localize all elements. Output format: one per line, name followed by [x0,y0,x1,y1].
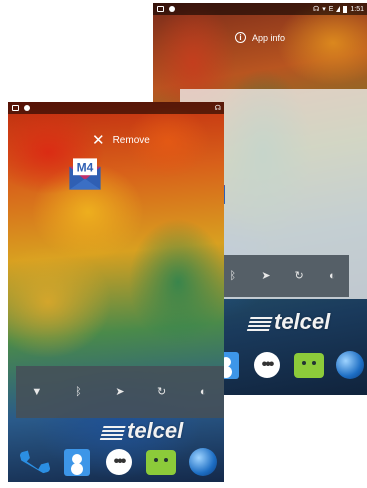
info-icon: i [235,32,246,43]
contacts-icon[interactable] [62,447,92,477]
signal-icon [336,6,341,12]
brightness-icon[interactable]: ◐ [193,386,213,398]
browser-icon[interactable] [335,350,365,380]
wifi-icon[interactable]: ▼ [27,386,47,398]
apps-drawer-icon[interactable]: ••• [104,447,134,477]
status-bar: ☊ [8,102,224,114]
wifi-status-icon: ▾ [322,6,326,13]
browser-icon[interactable] [188,447,218,477]
bluetooth-icon[interactable]: ᛒ [223,270,243,282]
apps-drawer-icon[interactable]: ••• [252,350,282,380]
app-info-target[interactable]: i App info [235,32,285,43]
notification-icon [169,6,175,12]
bluetooth-icon[interactable]: ᛒ [68,386,88,398]
messaging-icon[interactable] [146,447,176,477]
quick-settings-widget: ▼ ᛒ ➤ ↻ ◐ [16,366,224,418]
close-icon: ✕ [92,132,105,149]
m4-mail-icon[interactable]: M4 [67,156,103,192]
status-time: 1:51 [350,5,364,13]
brightness-icon[interactable]: ◐ [322,270,342,282]
rotate-icon[interactable]: ↻ [289,270,309,282]
notification-icon [24,105,30,111]
front-phone-screen: ☊ ✕ Remove M4 ▼ ᛒ ➤ ↻ ◐ telcel ••• [8,102,224,482]
dock: ••• [20,445,218,479]
remove-target[interactable]: ✕ Remove [92,133,150,148]
app-info-label: App info [252,32,286,43]
location-icon[interactable]: ➤ [256,270,276,282]
status-bar: ☊ ▾ E 1:51 [153,3,367,15]
location-icon[interactable]: ➤ [110,386,130,398]
battery-icon [343,5,348,13]
network-type-icon: E [328,5,334,13]
carrier-logo: telcel [246,309,330,335]
m4-label: M4 [77,161,94,175]
carrier-logo: telcel [99,418,183,444]
headset-icon: ☊ [214,105,221,112]
rotate-icon[interactable]: ↻ [152,386,172,398]
gallery-icon [12,105,19,111]
gallery-icon [157,6,164,12]
headset-icon: ☊ [312,6,320,13]
remove-label: Remove [112,135,150,146]
phone-icon[interactable] [20,447,50,477]
messaging-icon[interactable] [293,350,324,380]
